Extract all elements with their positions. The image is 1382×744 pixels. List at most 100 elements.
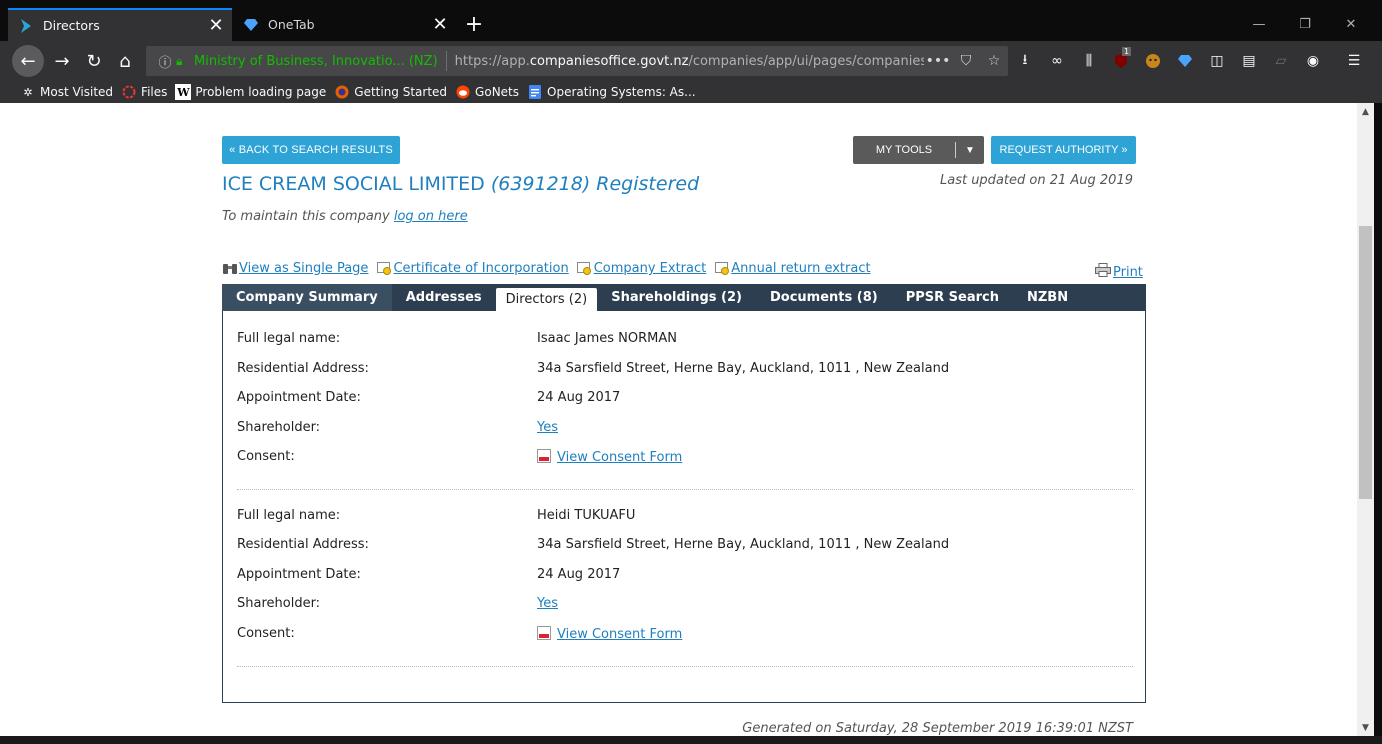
- my-tools-button[interactable]: MY TOOLS ▼: [853, 136, 984, 164]
- diamond-icon: [243, 17, 259, 33]
- wikipedia-icon: W: [175, 84, 192, 100]
- private-mask-icon[interactable]: ∞: [1047, 51, 1067, 71]
- company-title: ICE CREAM SOCIAL LIMITED (6391218) Regis…: [222, 173, 699, 195]
- director-appointment-date: 24 Aug 2017: [537, 390, 621, 405]
- info-icon[interactable]: ⓘ: [154, 52, 176, 71]
- caret-down-icon[interactable]: ▼: [956, 145, 984, 156]
- tab-shareholdings[interactable]: Shareholdings (2): [597, 284, 756, 311]
- maintain-note: To maintain this company log on here: [222, 209, 468, 224]
- gear-icon: ✲: [23, 85, 33, 99]
- scroll-up-icon[interactable]: ▲: [1357, 103, 1374, 120]
- document-links: View as Single Page Certificate of Incor…: [222, 261, 879, 276]
- browser-tab-title: OneTab: [268, 17, 315, 32]
- director-shareholder: Yes: [537, 420, 558, 435]
- print-link[interactable]: Print: [1095, 263, 1143, 281]
- browser-tab-title: Directors: [43, 18, 100, 33]
- minimize-icon[interactable]: —: [1236, 8, 1282, 41]
- scroll-down-icon[interactable]: ▼: [1357, 719, 1374, 736]
- close-tab-icon[interactable]: ✕: [204, 14, 228, 38]
- address-bar[interactable]: ⓘ 🔒︎ Ministry of Business, Innovatio... …: [146, 46, 1008, 76]
- page-scrollbar[interactable]: ▲ ▼: [1357, 103, 1374, 736]
- view-consent-form-link[interactable]: View Consent Form: [557, 627, 682, 642]
- sidebar-icon[interactable]: ◫: [1207, 51, 1227, 71]
- web-page: « BACK TO SEARCH RESULTS MY TOOLS ▼ REQU…: [0, 103, 1357, 736]
- browser-tab-onetab[interactable]: OneTab ✕: [233, 8, 456, 41]
- browser-tab-directors[interactable]: Directors ✕: [8, 8, 232, 41]
- document-icon: [527, 84, 543, 100]
- tab-ppsr-search[interactable]: PPSR Search: [892, 284, 1013, 311]
- shareholder-yes-link[interactable]: Yes: [537, 420, 558, 435]
- scrollbar-thumb[interactable]: [1359, 226, 1372, 499]
- bookmark-operating-systems[interactable]: Operating Systems: As...: [527, 84, 696, 100]
- close-tab-icon[interactable]: ✕: [428, 13, 452, 37]
- forward-arrow-icon[interactable]: →: [48, 47, 76, 75]
- full-legal-name-label: Full legal name:: [237, 508, 341, 523]
- director-appointment-date: 24 Aug 2017: [537, 567, 621, 582]
- extension-icon[interactable]: ▱: [1271, 51, 1291, 71]
- shareholder-label: Shareholder:: [237, 596, 321, 611]
- restore-icon[interactable]: ❐: [1282, 8, 1328, 41]
- residential-address-label: Residential Address:: [237, 537, 369, 552]
- reader-icon[interactable]: ▤: [1239, 51, 1259, 71]
- reddit-icon: [455, 84, 471, 100]
- bookmark-problem-loading[interactable]: W Problem loading page: [175, 84, 326, 100]
- home-icon[interactable]: ⌂: [111, 47, 139, 75]
- binoculars-icon: [222, 262, 238, 276]
- bookmark-gonets[interactable]: GoNets: [455, 84, 519, 100]
- bookmark-star-icon[interactable]: ☆: [980, 53, 1008, 69]
- new-tab-button[interactable]: +: [460, 10, 488, 38]
- tab-documents[interactable]: Documents (8): [756, 284, 892, 311]
- account-icon[interactable]: ◉: [1303, 51, 1323, 71]
- certificate-link[interactable]: Certificate of Incorporation: [376, 261, 569, 276]
- reload-icon[interactable]: ↻: [80, 47, 108, 75]
- taskbar-edge: [0, 736, 1382, 744]
- tab-addresses[interactable]: Addresses: [392, 284, 496, 311]
- back-arrow-icon[interactable]: ←: [12, 45, 44, 77]
- download-icon[interactable]: ⭳: [1015, 51, 1035, 71]
- row-divider: [237, 666, 1133, 667]
- hamburger-menu-icon[interactable]: ☰: [1344, 51, 1364, 71]
- consent-label: Consent:: [237, 626, 295, 641]
- certificate-icon: [577, 261, 593, 276]
- company-number-status: (6391218) Registered: [490, 173, 700, 195]
- full-legal-name-label: Full legal name:: [237, 331, 341, 346]
- bookmark-most-visited[interactable]: ✲ Most Visited: [20, 84, 113, 100]
- ring-icon: [121, 84, 137, 100]
- browser-tab-strip: Directors ✕ OneTab ✕ + — ❐ ✕: [0, 8, 1382, 41]
- site-identity[interactable]: Ministry of Business, Innovatio... (NZ): [194, 54, 438, 69]
- log-on-link[interactable]: log on here: [394, 209, 468, 224]
- ublock-icon[interactable]: 1: [1111, 47, 1132, 71]
- consent-label: Consent:: [237, 449, 295, 464]
- firefox-icon: [334, 84, 350, 100]
- browser-nav-bar: ← → ↻ ⌂ ⓘ 🔒︎ Ministry of Business, Innov…: [0, 41, 1382, 81]
- view-single-page-link[interactable]: View as Single Page: [222, 261, 368, 276]
- bookmark-getting-started[interactable]: Getting Started: [334, 84, 447, 100]
- tab-nzbn[interactable]: NZBN: [1013, 284, 1082, 311]
- tab-directors[interactable]: Directors (2): [495, 288, 598, 311]
- director-address: 34a Sarsfield Street, Herne Bay, Aucklan…: [537, 361, 950, 376]
- director-shareholder: Yes: [537, 596, 558, 611]
- url-text[interactable]: https://app.companiesoffice.govt.nz/comp…: [455, 54, 924, 69]
- bookmark-files[interactable]: Files: [121, 84, 167, 100]
- onetab-icon[interactable]: [1175, 51, 1195, 71]
- appointment-date-label: Appointment Date:: [237, 567, 361, 582]
- company-extract-link[interactable]: Company Extract: [577, 261, 706, 276]
- certificate-icon: [714, 261, 730, 276]
- monkey-icon[interactable]: [1143, 51, 1163, 71]
- company-tabs: Company Summary Addresses Directors (2) …: [222, 284, 1146, 311]
- pocket-icon[interactable]: ⛉: [952, 53, 980, 69]
- printer-icon: [1095, 263, 1113, 281]
- annual-return-extract-link[interactable]: Annual return extract: [714, 261, 871, 276]
- tab-company-summary[interactable]: Company Summary: [222, 284, 392, 311]
- request-authority-button[interactable]: REQUEST AUTHORITY »: [991, 136, 1136, 164]
- back-to-search-results-button[interactable]: « BACK TO SEARCH RESULTS: [222, 136, 400, 164]
- director-name: Isaac James NORMAN: [537, 331, 678, 346]
- last-updated: Last updated on 21 Aug 2019: [939, 173, 1133, 188]
- view-consent-form-link[interactable]: View Consent Form: [557, 450, 682, 465]
- director-consent: View Consent Form: [537, 449, 682, 465]
- library-icon[interactable]: ⫼: [1079, 51, 1099, 71]
- shareholder-yes-link[interactable]: Yes: [537, 596, 558, 611]
- company-name: ICE CREAM SOCIAL LIMITED: [222, 173, 485, 195]
- page-actions-icon[interactable]: •••: [924, 53, 952, 69]
- window-close-icon[interactable]: ✕: [1328, 8, 1374, 41]
